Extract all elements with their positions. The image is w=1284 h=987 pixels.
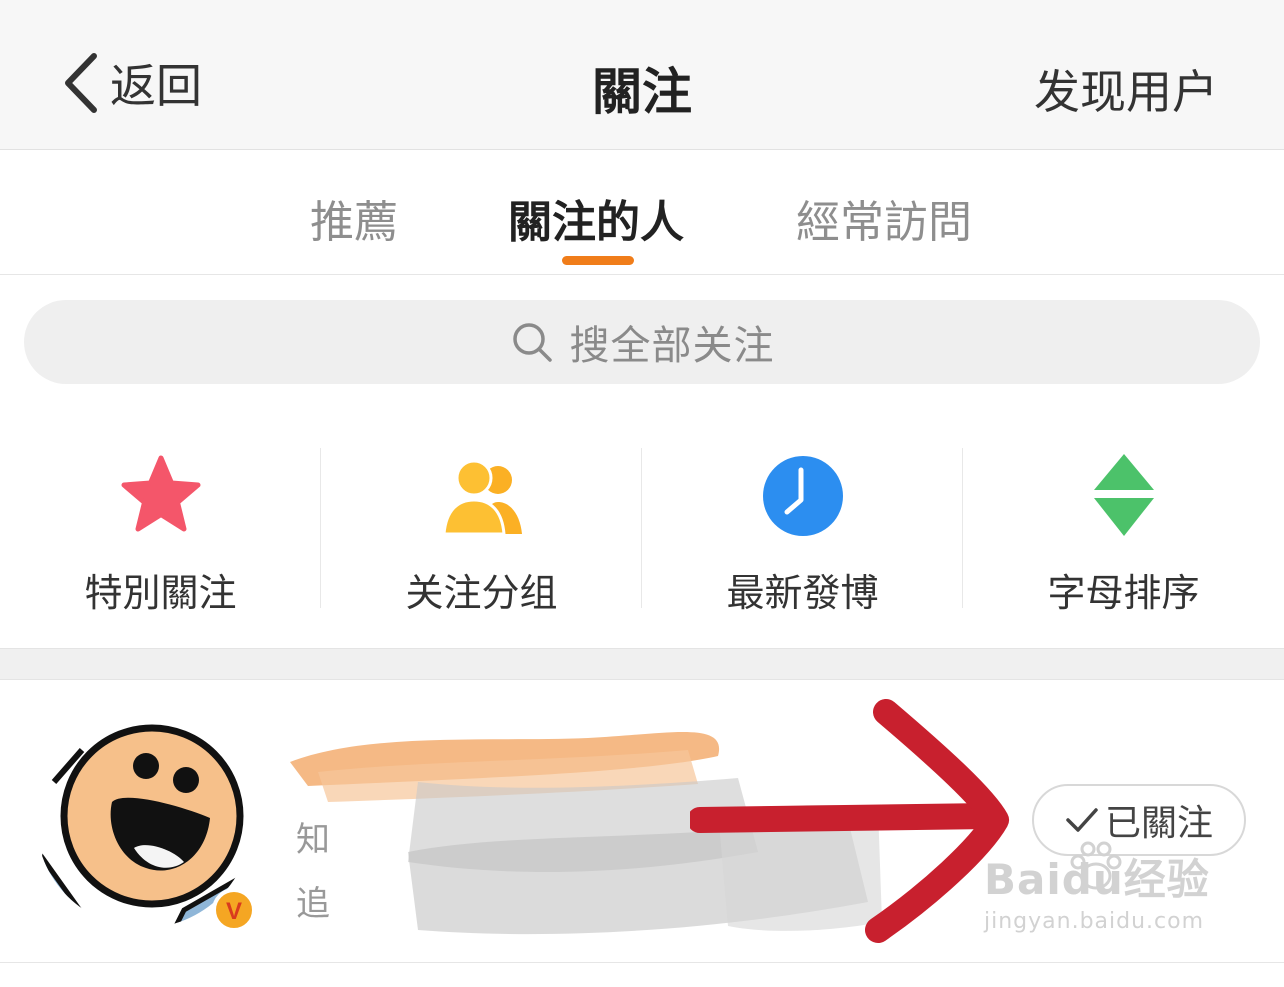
- annotation-arrow: [690, 699, 1009, 943]
- special-follow-button[interactable]: 特別關注: [0, 440, 321, 615]
- tab-frequently-visited[interactable]: 經常訪問: [796, 186, 972, 250]
- clock-icon: [762, 456, 843, 536]
- user-stats-line: 追: [296, 884, 330, 924]
- section-divider: [0, 648, 1284, 680]
- tab-bar: 推薦 關注的人 經常訪問: [0, 150, 1284, 275]
- action-label: 字母排序: [1047, 571, 1200, 615]
- user-bio-line: 知: [296, 820, 330, 860]
- navigation-bar: 返回 關注 发现用户: [0, 0, 1284, 150]
- search-icon: [512, 323, 552, 362]
- search-bar[interactable]: 搜全部关注: [24, 300, 1260, 384]
- sort-icon: [1093, 454, 1154, 536]
- alphabetical-sort-button[interactable]: 字母排序: [963, 440, 1284, 615]
- tab-recommended[interactable]: 推薦: [310, 186, 398, 250]
- active-tab-indicator: [562, 256, 634, 265]
- follow-groups-button[interactable]: 关注分组: [321, 440, 642, 615]
- star-icon: [121, 455, 200, 532]
- latest-posts-button[interactable]: 最新發博: [642, 440, 963, 615]
- following-label: 已關注: [1104, 803, 1213, 844]
- watermark: Baidu经验 jingyan.baidu.com: [984, 841, 1210, 934]
- group-icon: [441, 459, 522, 536]
- watermark-url: jingyan.baidu.com: [984, 909, 1205, 934]
- action-label: 最新發博: [726, 571, 879, 615]
- paw-icon: [1070, 841, 1122, 890]
- tab-following[interactable]: 關注的人: [508, 186, 684, 250]
- action-label: 关注分组: [405, 571, 558, 615]
- discover-users-button[interactable]: 发现用户: [1034, 56, 1218, 122]
- avatar[interactable]: V: [34, 710, 254, 930]
- verified-badge-label: V: [226, 898, 242, 925]
- search-placeholder: 搜全部关注: [569, 323, 775, 369]
- quick-actions: 特別關注 关注分组 最新發博 字母排序: [0, 440, 1284, 615]
- checkmark-icon: [1066, 808, 1098, 832]
- action-label: 特別關注: [84, 571, 237, 615]
